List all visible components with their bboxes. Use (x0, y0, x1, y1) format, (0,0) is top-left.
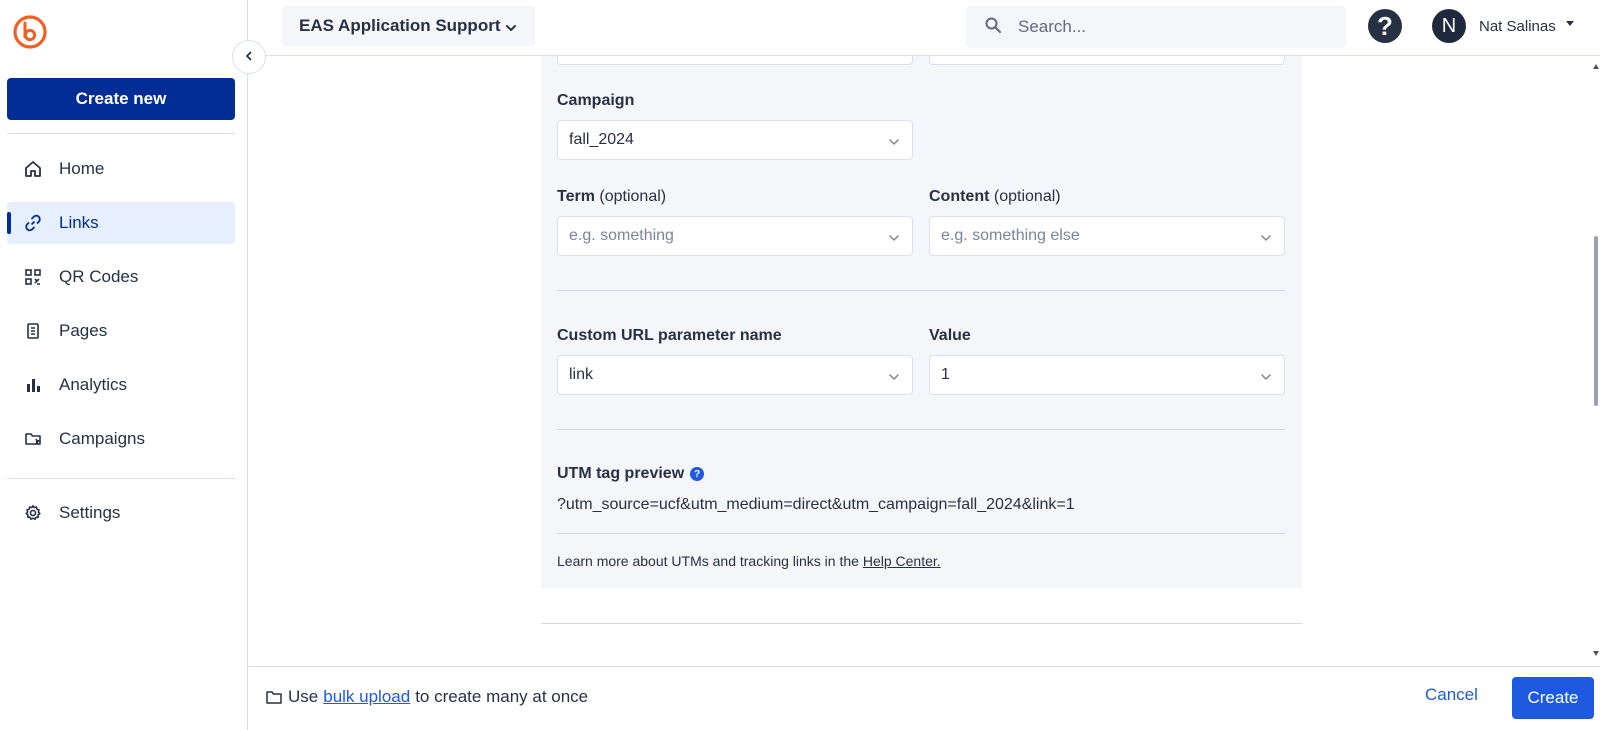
section-divider (557, 429, 1285, 430)
link-icon (22, 212, 44, 234)
page-icon (22, 320, 44, 342)
sidebar-item-settings[interactable]: Settings (7, 492, 235, 534)
custom-param-label: Custom URL parameter name (557, 327, 782, 344)
learn-more-text: Learn more about UTMs and tracking links… (557, 553, 941, 569)
content-label-text: Content (929, 188, 990, 205)
create-new-button[interactable]: Create new (7, 78, 235, 120)
workspace-name: EAS Application Support (299, 16, 501, 35)
workspace-selector[interactable]: EAS Application Support (282, 6, 535, 46)
scrollbar[interactable] (1591, 56, 1600, 666)
avatar[interactable]: N (1432, 9, 1466, 43)
value-label: Value (929, 327, 971, 344)
sidebar-divider (7, 133, 235, 134)
search-icon (984, 16, 1002, 39)
sidebar-item-label: Settings (59, 503, 121, 522)
bulk-suffix: to create many at once (415, 687, 589, 706)
utm-preview-value: ?utm_source=ucf&utm_medium=direct&utm_ca… (557, 496, 1075, 513)
gear-icon (22, 502, 44, 524)
sidebar-item-label: Links (59, 213, 99, 232)
create-button[interactable]: Create (1512, 677, 1594, 719)
content-label: Content (optional) (929, 188, 1061, 206)
qr-code-icon (22, 266, 44, 288)
content-select[interactable]: e.g. something else (929, 216, 1285, 256)
user-name[interactable]: Nat Salinas (1479, 18, 1556, 35)
bulk-upload-hint: Use bulk upload to create many at once (266, 687, 588, 707)
chevron-down-icon (505, 19, 517, 39)
chevron-left-icon (244, 48, 254, 66)
learn-more-prefix: Learn more about UTMs and tracking links… (557, 553, 859, 569)
bar-chart-icon (22, 374, 44, 396)
section-divider (557, 290, 1285, 291)
section-divider (541, 623, 1302, 624)
question-mark-icon[interactable]: ? (690, 467, 705, 481)
scroll-up-arrow-icon[interactable] (1593, 64, 1599, 69)
chevron-down-icon (888, 135, 900, 153)
home-icon (22, 158, 44, 180)
caret-down-icon[interactable] (1566, 21, 1574, 26)
content-placeholder: e.g. something else (941, 227, 1080, 244)
footer-bar: Use bulk upload to create many at once C… (248, 666, 1600, 730)
help-center-link[interactable]: Help Center. (863, 553, 941, 569)
term-label: Term (optional) (557, 188, 666, 206)
search-bar (966, 6, 1346, 48)
top-bar: EAS Application Support ? N Nat Salinas (248, 0, 1600, 56)
utm-preview-title: UTM tag preview ? (557, 465, 705, 483)
sidebar-item-links[interactable]: Links (7, 202, 235, 244)
sidebar-divider (7, 478, 235, 479)
bulk-upload-link[interactable]: bulk upload (323, 687, 410, 707)
sidebar-item-label: QR Codes (59, 267, 139, 286)
sidebar-item-home[interactable]: Home (7, 148, 235, 190)
campaign-value: fall_2024 (569, 131, 634, 148)
scroll-down-arrow-icon[interactable] (1593, 651, 1599, 656)
sidebar-item-pages[interactable]: Pages (7, 310, 235, 352)
sidebar-item-label: Analytics (59, 375, 128, 394)
avatar-initial: N (1441, 14, 1457, 37)
section-divider (557, 533, 1285, 534)
value-select[interactable]: 1 (929, 355, 1285, 395)
term-label-text: Term (557, 188, 595, 205)
sidebar-item-campaigns[interactable]: Campaigns (7, 418, 235, 460)
chevron-down-icon (1260, 231, 1272, 249)
custom-param-value: link (569, 366, 594, 383)
campaign-select[interactable]: fall_2024 (557, 120, 913, 160)
medium-select-stub[interactable] (929, 56, 1285, 65)
help-button[interactable]: ? (1368, 9, 1402, 43)
sidebar-item-label: Home (59, 159, 105, 178)
scroll-thumb[interactable] (1594, 236, 1598, 406)
campaign-label: Campaign (557, 92, 635, 109)
campaign-folder-icon (22, 428, 44, 450)
search-input[interactable] (1018, 17, 1318, 37)
chevron-down-icon (1260, 370, 1272, 388)
source-select-stub[interactable] (557, 56, 913, 65)
help-icon: ? (1377, 10, 1393, 41)
bitly-logo[interactable] (12, 14, 48, 50)
optional-tag: (optional) (993, 188, 1061, 205)
sidebar-item-analytics[interactable]: Analytics (7, 364, 235, 406)
optional-tag: (optional) (599, 188, 667, 205)
bulk-prefix: Use (288, 687, 319, 706)
custom-param-select[interactable]: link (557, 355, 913, 395)
sidebar-item-label: Campaigns (59, 429, 145, 448)
chevron-down-icon (888, 370, 900, 388)
cancel-button[interactable]: Cancel (1425, 685, 1478, 705)
collapse-sidebar-button[interactable] (232, 40, 266, 74)
sidebar: Create new Home Links QR Codes Pages Ana… (0, 0, 248, 730)
term-placeholder: e.g. something (569, 227, 674, 244)
sidebar-item-label: Pages (59, 321, 108, 340)
sidebar-item-qr-codes[interactable]: QR Codes (7, 256, 235, 298)
param-value: 1 (941, 366, 950, 383)
term-select[interactable]: e.g. something (557, 216, 913, 256)
folder-icon (266, 690, 282, 704)
utm-preview-label: UTM tag preview (557, 465, 685, 482)
chevron-down-icon (888, 231, 900, 249)
